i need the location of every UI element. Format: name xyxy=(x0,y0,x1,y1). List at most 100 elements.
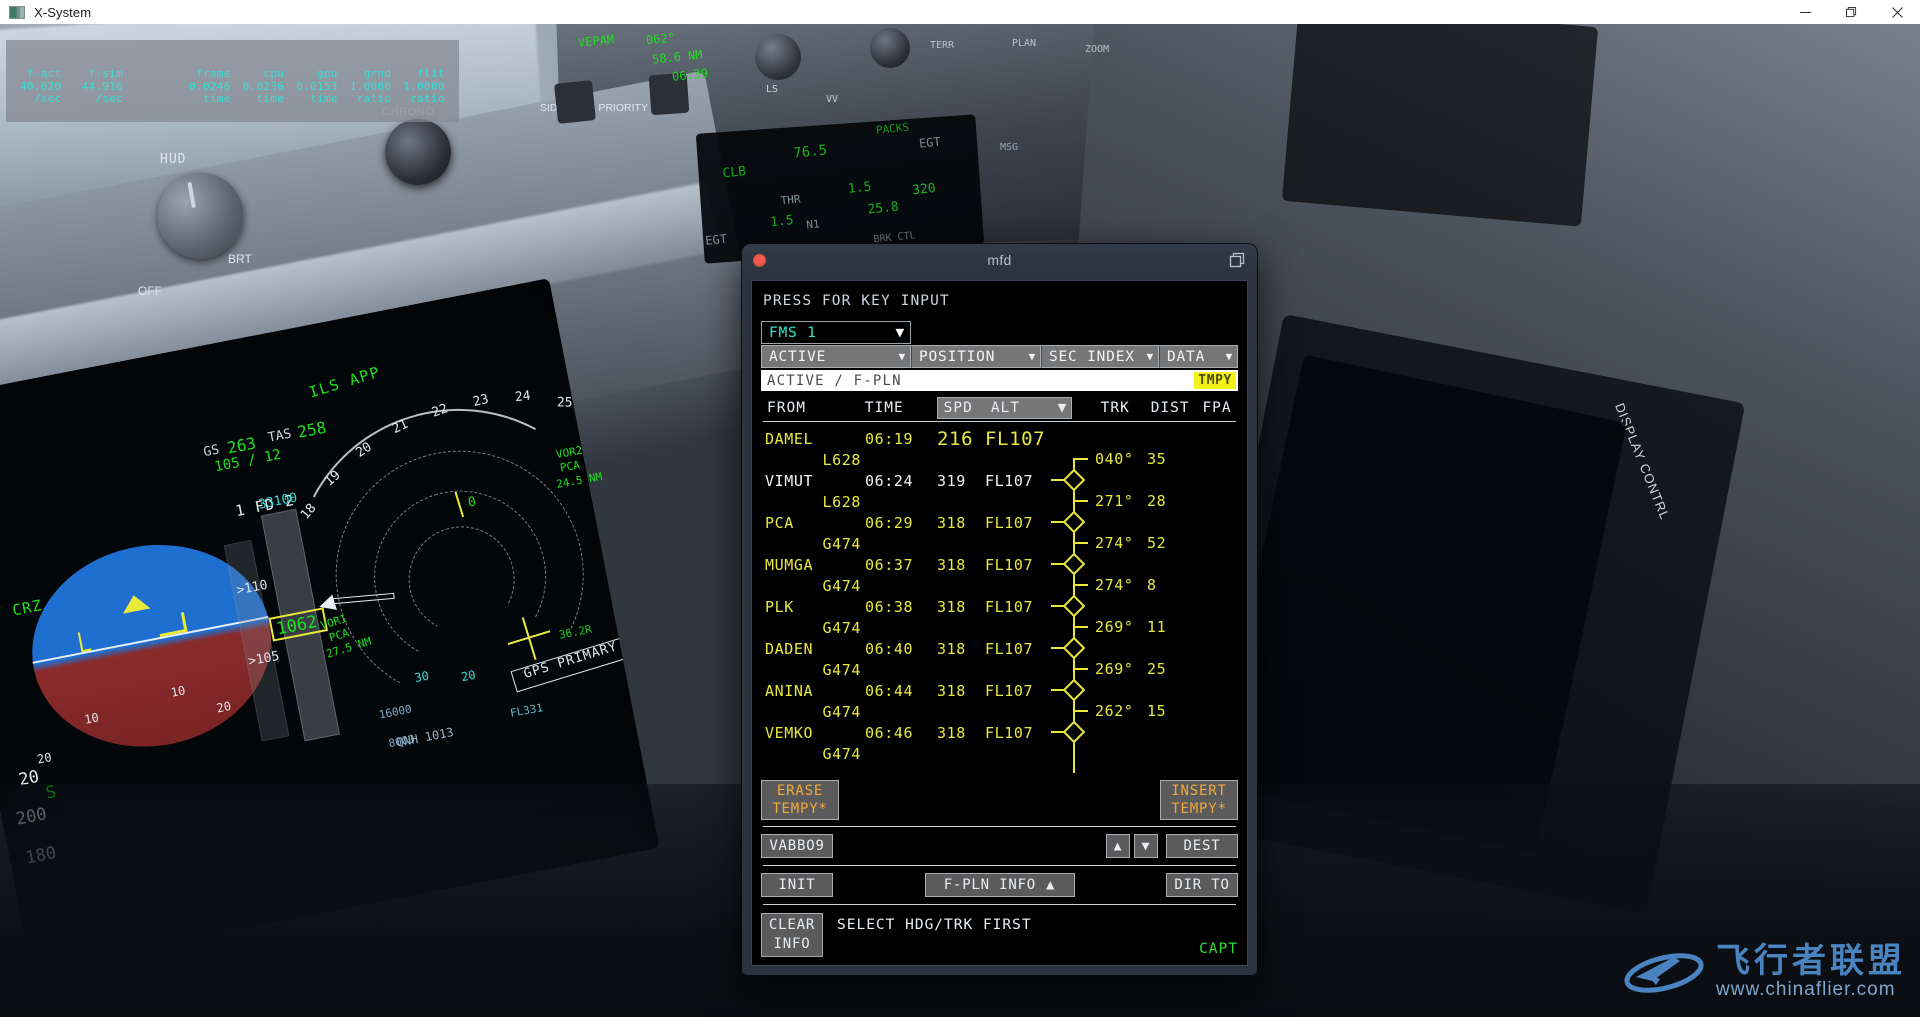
dest-button[interactable]: DEST xyxy=(1166,834,1238,858)
ecam-packs-label: PACKS xyxy=(875,120,910,137)
divider-2 xyxy=(763,865,1236,866)
dir-to-button[interactable]: DIR TO xyxy=(1166,873,1238,897)
scroll-down-button[interactable]: ▼ xyxy=(1134,834,1158,858)
waypoint-ident: ANINA xyxy=(765,681,814,700)
perf-unit-row: /sec /sec time time time ratio ratio xyxy=(14,92,451,106)
col-header-alt: ALT xyxy=(990,400,1021,416)
airway-ident: G474 xyxy=(822,660,861,679)
waypoint-speed: 318 xyxy=(937,639,966,658)
efis-mode-knob[interactable] xyxy=(870,28,910,68)
flight-plan-airway-row[interactable]: L628 xyxy=(761,491,1238,512)
flight-plan-airway-row[interactable]: G474 xyxy=(761,575,1238,596)
flight-plan-airway-row[interactable]: G474 xyxy=(761,659,1238,680)
mfd-titlebar[interactable]: mfd xyxy=(742,244,1257,276)
divider-3 xyxy=(763,904,1236,905)
flight-plan-airway-row[interactable]: G474 xyxy=(761,743,1238,764)
insert-tempy-line1: INSERT xyxy=(1171,783,1227,799)
flight-plan-airway-row[interactable]: G474 xyxy=(761,701,1238,722)
page-title-bar: ACTIVE / F-PLN TMPY xyxy=(761,370,1238,391)
col-header-dist: DIST xyxy=(1150,400,1190,416)
clear-info-line1: CLEAR xyxy=(768,917,816,933)
fpln-info-button[interactable]: F-PLN INFO ▲ xyxy=(924,873,1075,897)
close-button[interactable] xyxy=(1874,0,1920,24)
nd-range-label-30: 30 xyxy=(413,668,431,686)
col-header-time: TIME xyxy=(864,400,904,416)
performance-overlay: f-act f-sim frame cpu gpu grnd flit 40.6… xyxy=(6,40,459,122)
right-nd-display xyxy=(1281,24,1599,227)
perf-label-0: f-act xyxy=(26,67,62,80)
flight-plan-airway-row[interactable]: G474 xyxy=(761,533,1238,554)
airway-ident: L628 xyxy=(822,450,861,469)
plane-orbit-logo xyxy=(1624,953,1704,993)
vv-label: VV xyxy=(826,94,839,105)
mfd-window-title: mfd xyxy=(987,252,1012,268)
os-window-titlebar: X-System xyxy=(0,0,1920,24)
destination-ident-button[interactable]: VABBO9 xyxy=(761,834,833,858)
perf-unit-6: ratio xyxy=(410,92,445,105)
hud-brt-label: BRT xyxy=(228,252,252,266)
waypoint-time: 06:46 xyxy=(865,723,914,742)
perf-label-6: flit xyxy=(417,67,445,80)
flight-plan-waypoint-row[interactable]: ANINA 06:44 318 FL107 xyxy=(761,680,1238,701)
waypoint-speed: 319 xyxy=(937,471,966,490)
flight-plan-waypoint-row[interactable]: PCA 06:29 318 FL107 xyxy=(761,512,1238,533)
fms-selector-value: FMS 1 xyxy=(769,324,817,341)
waypoint-ident: VEMKO xyxy=(765,723,814,742)
hud-off-label: OFF xyxy=(138,284,162,298)
airway-ident: G474 xyxy=(822,744,861,763)
flight-plan-waypoint-row[interactable]: DADEN 06:40 318 FL107 xyxy=(761,638,1238,659)
mfd-screen: PRESS FOR KEY INPUT FMS 1 ▼ ACTIVE ▼ POS… xyxy=(751,280,1248,966)
flight-plan-waypoint-row[interactable]: DAMEL 06:19 216 FL107 xyxy=(761,428,1238,450)
window-controls xyxy=(1782,0,1920,24)
flight-plan-airway-row[interactable]: L628 xyxy=(761,449,1238,470)
airway-ident: G474 xyxy=(822,702,861,721)
menu-sec-index[interactable]: SEC INDEX ▼ xyxy=(1041,345,1159,368)
col-header-trk: TRK xyxy=(1100,400,1130,416)
waypoint-altitude: FL107 xyxy=(985,555,1034,574)
menu-position[interactable]: POSITION ▼ xyxy=(911,345,1041,368)
flight-plan-waypoint-row[interactable]: PLK 06:38 318 FL107 xyxy=(761,596,1238,617)
waypoint-altitude: FL107 xyxy=(985,513,1034,532)
sidestick-priority-light[interactable] xyxy=(554,80,596,124)
side-indicator: CAPT xyxy=(1199,941,1238,957)
insert-tempy-line2: TEMPY* xyxy=(1171,801,1227,817)
erase-tempy-line1: ERASE xyxy=(776,783,824,799)
perf-unit-0: /sec xyxy=(33,92,62,105)
efis-range-knob[interactable] xyxy=(755,34,801,80)
waypoint-speed: 318 xyxy=(937,513,966,532)
ls-label: LS xyxy=(766,84,779,95)
minimize-button[interactable] xyxy=(1782,0,1828,24)
menu-sec-index-label: SEC INDEX xyxy=(1049,348,1135,365)
waypoint-speed: 318 xyxy=(937,723,966,742)
flight-plan-waypoint-row[interactable]: VIMUT 06:24 319 FL107 xyxy=(761,470,1238,491)
ecam-n1-left: 1.5 xyxy=(769,212,795,231)
waypoint-ident: VIMUT xyxy=(765,471,814,490)
flight-plan-waypoint-row[interactable]: VEMKO 06:46 318 FL107 xyxy=(761,722,1238,743)
ecam-egt-right: 320 xyxy=(911,180,937,199)
fms-selector[interactable]: FMS 1 ▼ xyxy=(761,321,911,344)
flight-plan-airway-row[interactable]: G474 xyxy=(761,617,1238,638)
clear-info-button[interactable]: CLEAR INFO xyxy=(761,913,823,957)
erase-tempy-button[interactable]: ERASE TEMPY* xyxy=(761,780,839,820)
ecam-n1-target: 76.5 xyxy=(792,142,828,162)
insert-tempy-button[interactable]: INSERT TEMPY* xyxy=(1160,780,1238,820)
os-window-title: X-System xyxy=(34,4,92,20)
waypoint-ident: MUMGA xyxy=(765,555,814,574)
waypoint-altitude: FL107 xyxy=(985,681,1034,700)
divider-1 xyxy=(763,826,1236,827)
perf-unit-4: time xyxy=(310,92,338,105)
nd-mode-label: ILS APP xyxy=(306,362,383,402)
flight-plan-waypoint-row[interactable]: MUMGA 06:37 318 FL107 xyxy=(761,554,1238,575)
menu-active[interactable]: ACTIVE ▼ xyxy=(761,345,911,368)
ecam-n2: 25.8 xyxy=(866,199,900,218)
init-button[interactable]: INIT xyxy=(761,873,833,897)
nd-hdg-23: 23 xyxy=(471,391,491,411)
menu-data[interactable]: DATA ▼ xyxy=(1159,345,1238,368)
scroll-up-button[interactable]: ▲ xyxy=(1106,834,1130,858)
maximize-button[interactable] xyxy=(1828,0,1874,24)
mfd-window: mfd PRESS FOR KEY INPUT FMS 1 ▼ ACTIVE ▼… xyxy=(742,244,1257,975)
plan-label: PLAN xyxy=(1012,38,1037,49)
col-header-spd-alt-selector[interactable]: SPD ALT ▼ xyxy=(936,397,1073,419)
pfd-pitch-tick-10r: 10 xyxy=(169,683,187,700)
status-row: CLEAR INFO SELECT HDG/TRK FIRST CAPT xyxy=(761,913,1238,959)
